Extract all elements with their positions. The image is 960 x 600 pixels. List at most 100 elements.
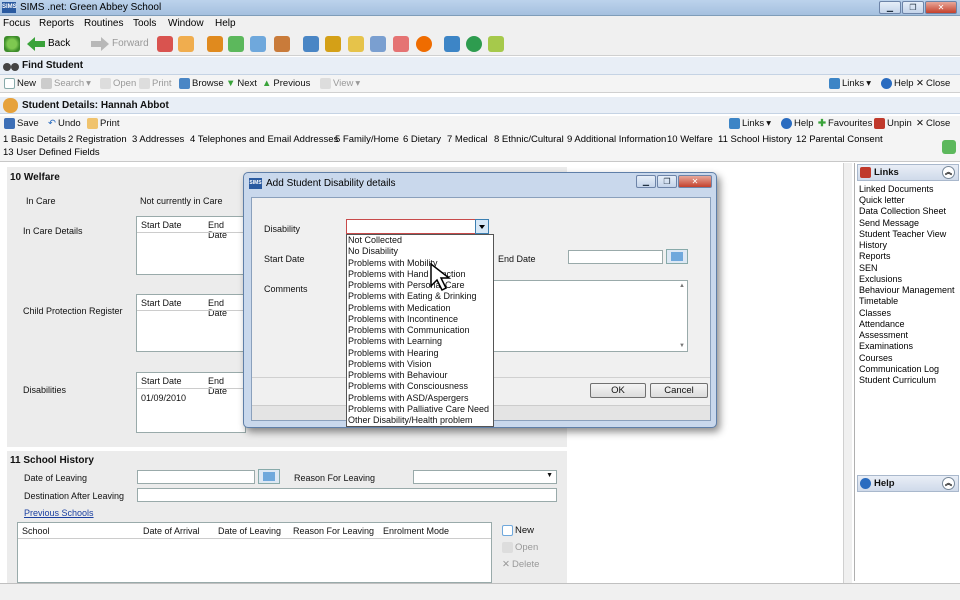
link-student-teacher-view[interactable]: Student Teacher View: [859, 229, 946, 239]
calendar-button[interactable]: [258, 469, 280, 484]
ok-button[interactable]: OK: [590, 383, 646, 398]
tab-user-defined-fields[interactable]: 13 User Defined Fields: [3, 147, 100, 158]
book-icon[interactable]: [207, 36, 223, 52]
link-communication-log[interactable]: Communication Log: [859, 364, 939, 374]
link-attendance[interactable]: Attendance: [859, 319, 905, 329]
favourites-button[interactable]: ✚ Favourites: [818, 118, 872, 129]
previous-schools-link[interactable]: Previous Schools: [24, 508, 94, 518]
link-behaviour-management[interactable]: Behaviour Management: [859, 285, 955, 295]
find-view-button[interactable]: View ▾: [320, 78, 360, 89]
dialog-close-button[interactable]: ✕: [678, 175, 712, 188]
disability-option[interactable]: Problems with Consciousness: [347, 381, 493, 392]
maximize-button[interactable]: ❐: [902, 1, 924, 14]
previous-schools-grid[interactable]: School Date of Arrival Date of Leaving R…: [17, 522, 492, 583]
find-links-button[interactable]: Links ▾: [829, 78, 871, 89]
edit-icon[interactable]: [370, 36, 386, 52]
menu-reports[interactable]: Reports: [39, 18, 74, 29]
minimize-button[interactable]: ▁: [879, 1, 901, 14]
link-timetable[interactable]: Timetable: [859, 296, 898, 306]
refresh-button[interactable]: [4, 36, 20, 52]
close-window-button[interactable]: ✕: [925, 1, 957, 14]
disability-option[interactable]: Problems with Behaviour: [347, 370, 493, 381]
link-student-curriculum[interactable]: Student Curriculum: [859, 375, 936, 385]
menu-focus[interactable]: Focus: [3, 18, 30, 29]
find-open-button[interactable]: Open: [100, 78, 136, 89]
undo-button[interactable]: ↶ Undo: [48, 118, 81, 129]
folders-icon[interactable]: [488, 36, 504, 52]
link-sen[interactable]: SEN: [859, 263, 878, 273]
link-reports[interactable]: Reports: [859, 251, 891, 261]
details-print-button[interactable]: Print: [87, 118, 120, 129]
tab-school-history[interactable]: 11 School History: [718, 134, 792, 145]
dialog-minimize-button[interactable]: ▁: [636, 175, 656, 188]
disability-select[interactable]: [346, 219, 476, 234]
notes-icon[interactable]: [348, 36, 364, 52]
clock-icon[interactable]: [416, 36, 432, 52]
find-help-button[interactable]: Help: [881, 78, 914, 89]
tab-basic-details[interactable]: 1 Basic Details: [3, 134, 66, 145]
disability-option[interactable]: No Disability: [347, 246, 493, 257]
destination-input[interactable]: [137, 488, 557, 502]
disability-option[interactable]: Problems with Personal Care: [347, 280, 493, 291]
disability-option[interactable]: Problems with Palliative Care Need: [347, 404, 493, 415]
disability-dropdown-button[interactable]: [475, 219, 489, 234]
link-history[interactable]: History: [859, 240, 887, 250]
links-panel-header[interactable]: Links ︽: [857, 164, 959, 181]
cancel-button[interactable]: Cancel: [650, 383, 708, 398]
disability-option[interactable]: Problems with Hand Function: [347, 269, 493, 280]
link-data-collection-sheet[interactable]: Data Collection Sheet: [859, 206, 946, 216]
comments-textarea[interactable]: ▲ ▼: [490, 280, 688, 352]
link-send-message[interactable]: Send Message: [859, 218, 919, 228]
calendar-person-icon[interactable]: [274, 36, 290, 52]
tab-telephones[interactable]: 4 Telephones and Email Addresses: [190, 134, 338, 145]
disability-option[interactable]: Problems with Incontinence: [347, 314, 493, 325]
in-care-details-grid[interactable]: Start Date End Date: [136, 216, 246, 275]
link-exclusions[interactable]: Exclusions: [859, 274, 902, 284]
link-classes[interactable]: Classes: [859, 308, 891, 318]
details-help-button[interactable]: Help: [781, 118, 814, 129]
disability-options-list[interactable]: Not Collected No Disability Problems with …: [346, 234, 494, 427]
disability-option[interactable]: Not Collected: [347, 235, 493, 246]
reason-for-leaving-select[interactable]: ▼: [413, 470, 557, 484]
link-linked-documents[interactable]: Linked Documents: [859, 184, 934, 194]
forward-button[interactable]: Forward: [91, 36, 149, 52]
tab-ethnic-cultural[interactable]: 8 Ethnic/Cultural: [494, 134, 564, 145]
disability-option[interactable]: Problems with Medication: [347, 303, 493, 314]
disability-option[interactable]: Problems with Hearing: [347, 348, 493, 359]
end-date-input[interactable]: [568, 250, 663, 264]
school-new-button[interactable]: New: [502, 525, 534, 536]
end-date-calendar-button[interactable]: [666, 249, 688, 264]
tab-parental-consent[interactable]: 12 Parental Consent: [796, 134, 883, 145]
tab-welfare[interactable]: 10 Welfare: [667, 134, 713, 145]
disabilities-grid[interactable]: Start Date End Date 01/09/2010: [136, 372, 246, 433]
find-search-button[interactable]: Search ▾: [41, 78, 91, 89]
find-browse-button[interactable]: Browse: [179, 78, 224, 89]
school-delete-button[interactable]: ✕ Delete: [502, 559, 539, 570]
disability-option[interactable]: Problems with Vision: [347, 359, 493, 370]
menu-routines[interactable]: Routines: [84, 18, 123, 29]
date-of-leaving-input[interactable]: [137, 470, 255, 484]
find-print-button[interactable]: Print: [139, 78, 172, 89]
disability-option[interactable]: Problems with Mobility: [347, 258, 493, 269]
export-icon[interactable]: [444, 36, 460, 52]
link-examinations[interactable]: Examinations: [859, 341, 913, 351]
link-courses[interactable]: Courses: [859, 353, 893, 363]
tab-dietary[interactable]: 6 Dietary: [403, 134, 441, 145]
disability-option[interactable]: Problems with ASD/Aspergers: [347, 393, 493, 404]
globe-icon[interactable]: [466, 36, 482, 52]
flag-icon[interactable]: [228, 36, 244, 52]
disability-row-start-date[interactable]: 01/09/2010: [141, 393, 186, 403]
tab-registration[interactable]: 2 Registration: [68, 134, 127, 145]
tab-addresses[interactable]: 3 Addresses: [132, 134, 184, 145]
unpin-button[interactable]: Unpin: [874, 118, 912, 129]
user-icon[interactable]: [178, 36, 194, 52]
menu-window[interactable]: Window: [168, 18, 204, 29]
school-open-button[interactable]: Open: [502, 542, 538, 553]
find-new-button[interactable]: New: [4, 78, 36, 89]
tab-additional-information[interactable]: 9 Additional Information: [567, 134, 666, 145]
menu-tools[interactable]: Tools: [133, 18, 156, 29]
back-button[interactable]: Back: [27, 36, 70, 52]
disability-option[interactable]: Problems with Learning: [347, 336, 493, 347]
main-scrollbar[interactable]: [843, 163, 852, 583]
help-panel-header[interactable]: Help ︽: [857, 475, 959, 492]
